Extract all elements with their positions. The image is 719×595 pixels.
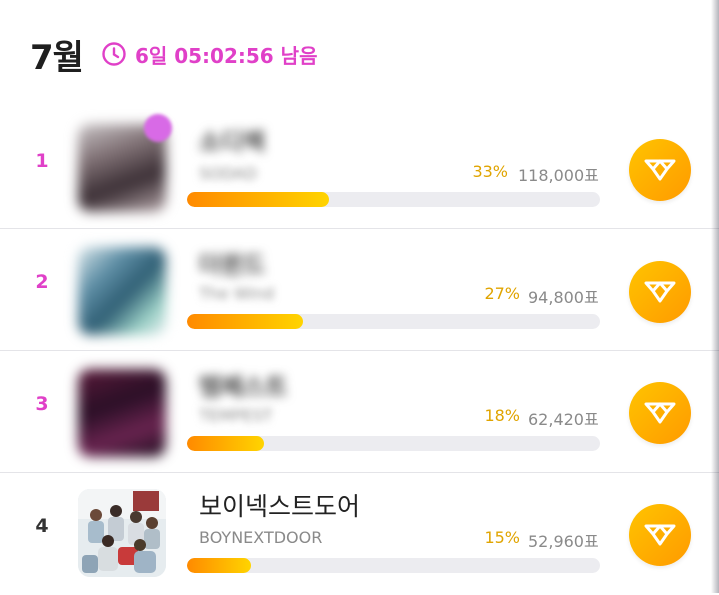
- rank-number: 2: [35, 271, 49, 293]
- artist-name: 보이넥스트도어: [199, 492, 361, 521]
- artist-name: 소디렉: [199, 128, 266, 156]
- artist-english-name: TEMPEST: [199, 406, 273, 425]
- artist-english-name: SODAD: [199, 164, 258, 183]
- clock-icon: [102, 42, 126, 66]
- ranking-row[interactable]: 3 템페스트 TEMPEST 18% 62,420표: [0, 351, 719, 473]
- vote-percent: 18%: [484, 406, 520, 425]
- heart-vote-icon: [644, 402, 676, 424]
- artist-english-name: BOYNEXTDOOR: [199, 528, 323, 547]
- vote-button[interactable]: [629, 261, 691, 323]
- vote-percent: 27%: [484, 284, 520, 303]
- vote-progress-bar: [187, 192, 600, 207]
- month-title: 7월: [30, 37, 84, 78]
- vote-progress-bar: [187, 436, 600, 451]
- artist-name: 더윈드: [199, 251, 266, 279]
- vote-count: 94,800표: [528, 288, 599, 307]
- ranking-row[interactable]: 4 보이넥스트도어 BOYNEXTDOOR 15% 52,960표: [0, 473, 719, 595]
- group-photo-icon: [78, 489, 166, 577]
- vote-progress-fill: [187, 192, 329, 207]
- pick-badge-icon: [144, 114, 172, 142]
- screen-edge-shadow: [711, 0, 719, 593]
- vote-progress-bar: [187, 314, 600, 329]
- rank-number: 3: [35, 393, 49, 415]
- vote-progress-bar: [187, 558, 600, 573]
- vote-percent: 15%: [484, 528, 520, 547]
- vote-count: 62,420표: [528, 410, 599, 429]
- heart-vote-icon: [644, 159, 676, 181]
- rank-number: 4: [35, 515, 49, 537]
- vote-percent: 33%: [472, 162, 508, 181]
- vote-button[interactable]: [629, 382, 691, 444]
- countdown-timer: 6일 05:02:56 남음: [101, 40, 318, 69]
- ranking-row[interactable]: 2 더윈드 The Wind 27% 94,800표: [0, 229, 719, 351]
- vote-button[interactable]: [629, 139, 691, 201]
- heart-vote-icon: [644, 281, 676, 303]
- vote-progress-fill: [187, 558, 252, 573]
- artist-thumbnail: [78, 369, 166, 457]
- artist-english-name: The Wind: [199, 284, 275, 303]
- heart-vote-icon: [644, 524, 676, 546]
- ranking-header: 7월 6일 05:02:56 남음: [30, 34, 318, 78]
- vote-button[interactable]: [629, 504, 691, 566]
- artist-thumbnail: [78, 489, 166, 577]
- vote-count: 52,960표: [528, 532, 599, 551]
- artist-name: 템페스트: [199, 373, 288, 401]
- ranking-row[interactable]: 1 소디렉 SODAD 33% 118,000표: [0, 106, 719, 228]
- vote-progress-fill: [187, 436, 265, 451]
- countdown-text: 6일 05:02:56 남음: [134, 43, 318, 68]
- rank-number: 1: [35, 150, 49, 172]
- vote-progress-fill: [187, 314, 303, 329]
- artist-thumbnail: [78, 247, 166, 335]
- ranking-panel: 7월 6일 05:02:56 남음 1 소디렉 SODAD 33% 118,00…: [0, 0, 719, 593]
- vote-count: 118,000표: [518, 166, 599, 185]
